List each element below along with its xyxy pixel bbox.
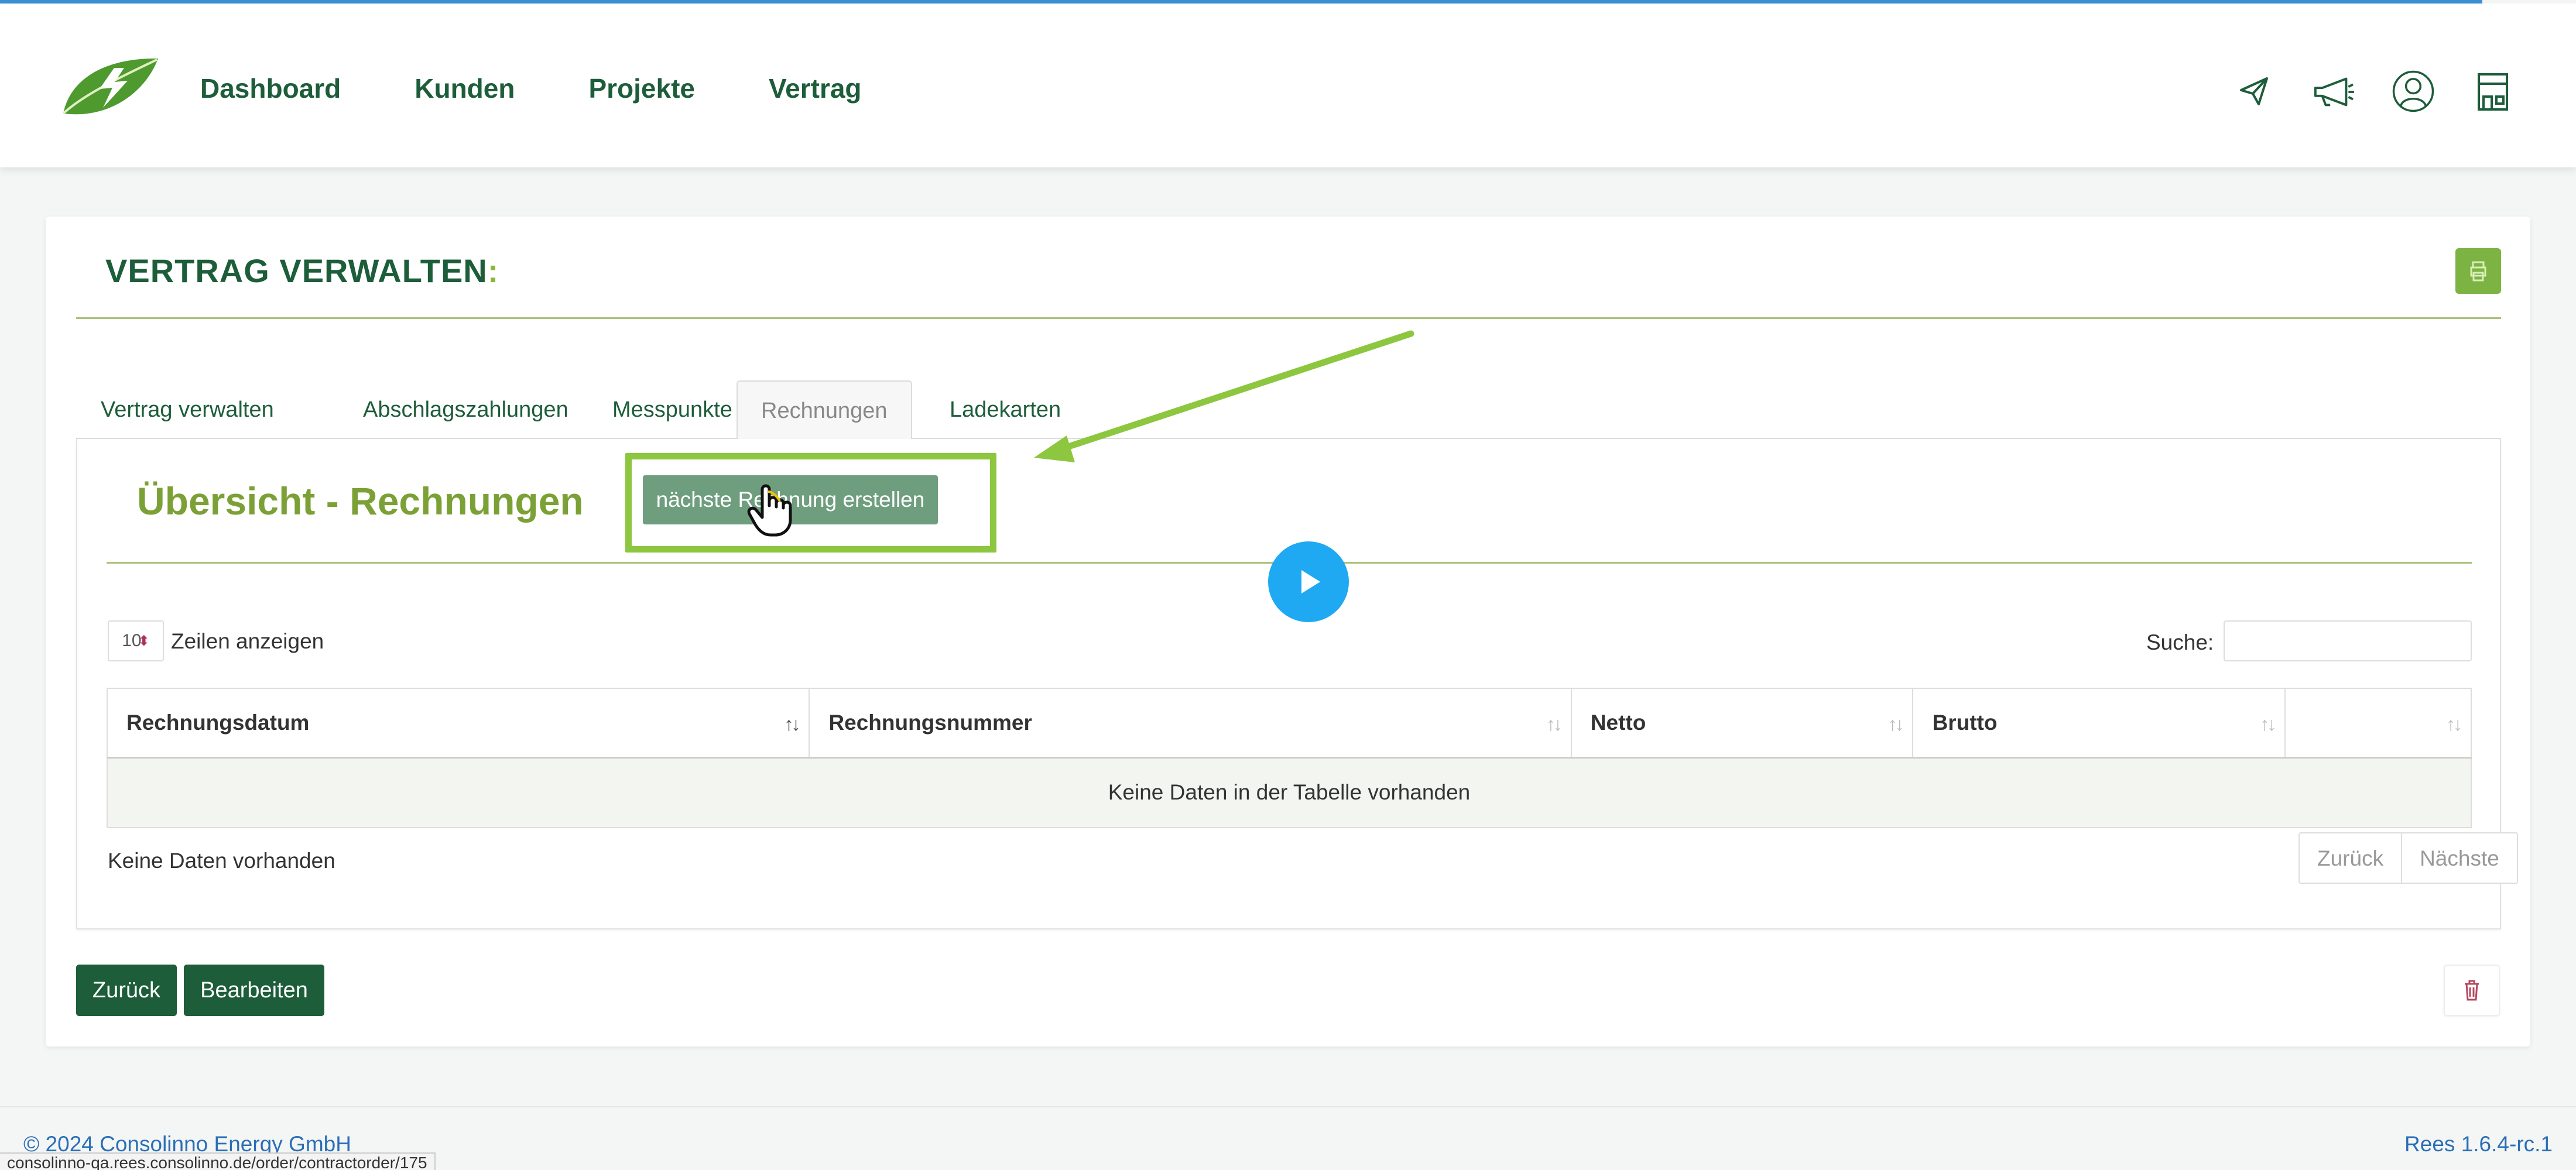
title-divider bbox=[76, 317, 2501, 319]
table-info: Keine Daten vorhanden bbox=[108, 849, 335, 873]
empty-table-message: Keine Daten in der Tabelle vorhanden bbox=[107, 757, 2471, 828]
search-label: Suche: bbox=[2146, 630, 2214, 654]
column-netto[interactable]: Netto ↑↓ bbox=[1570, 688, 1914, 759]
select-arrows-icon: ⬍ bbox=[138, 633, 150, 649]
play-icon bbox=[1301, 570, 1320, 593]
column-label: Rechnungsdatum bbox=[126, 710, 310, 735]
pagination: Zurück Nächste bbox=[2298, 832, 2518, 884]
page-title-colon: : bbox=[487, 252, 499, 289]
sort-desc-icon: ↑↓ bbox=[784, 713, 800, 735]
sort-icon: ↑↓ bbox=[1546, 713, 1563, 735]
rows-per-page-label: Zeilen anzeigen bbox=[171, 629, 324, 653]
back-button[interactable]: Zurück bbox=[76, 965, 177, 1016]
play-video-button[interactable] bbox=[1268, 541, 1349, 622]
trash-icon bbox=[2465, 980, 2479, 1001]
sort-icon: ↑↓ bbox=[1888, 713, 1904, 735]
top-navbar: Dashboard Kunden Projekte Vertrag bbox=[0, 4, 2576, 167]
table-header-row: Rechnungsdatum ↑↓ Rechnungsnummer ↑↓ Netto… bbox=[106, 688, 2472, 759]
top-icon-group bbox=[2232, 67, 2515, 116]
megaphone-icon[interactable] bbox=[2312, 67, 2355, 116]
tab-rechnungen[interactable]: Rechnungen bbox=[737, 380, 912, 440]
sort-icon: ↑↓ bbox=[2446, 713, 2462, 735]
invoices-panel: Übersicht - Rechnungen nächste Rechnung … bbox=[76, 439, 2518, 929]
nav-vertrag[interactable]: Vertrag bbox=[769, 73, 862, 104]
column-brutto[interactable]: Brutto ↑↓ bbox=[1912, 688, 2286, 759]
panel-title: Übersicht - Rechnungen bbox=[137, 479, 584, 523]
shop-icon[interactable] bbox=[2471, 67, 2515, 116]
print-button[interactable] bbox=[2455, 248, 2501, 294]
pagination-next[interactable]: Nächste bbox=[2402, 832, 2518, 884]
tab-messpunkte[interactable]: Messpunkte bbox=[612, 380, 732, 439]
pagination-previous[interactable]: Zurück bbox=[2298, 832, 2403, 884]
column-actions[interactable]: ↑↓ bbox=[2284, 688, 2472, 759]
printer-icon bbox=[2470, 261, 2486, 282]
contract-tabs: Vertrag verwalten Abschlagszahlungen Mes… bbox=[76, 380, 2501, 440]
footer-divider bbox=[0, 1106, 2576, 1107]
paper-plane-icon[interactable] bbox=[2232, 67, 2276, 116]
tab-vertrag-verwalten[interactable]: Vertrag verwalten bbox=[101, 380, 274, 439]
edit-button[interactable]: Bearbeiten bbox=[184, 965, 324, 1016]
page-title-main: VERTRAG VERWALTEN bbox=[105, 252, 488, 289]
contract-card: VERTRAG VERWALTEN: Vertrag verwalten Abs… bbox=[46, 217, 2530, 1047]
tab-abschlagszahlungen[interactable]: Abschlagszahlungen bbox=[363, 380, 568, 439]
table-row: Keine Daten in der Tabelle vorhanden bbox=[107, 757, 2471, 828]
column-label: Netto bbox=[1590, 710, 1646, 735]
tab-ladekarten[interactable]: Ladekarten bbox=[950, 380, 1061, 439]
column-label: Rechnungsnummer bbox=[828, 710, 1032, 735]
nav-dashboard[interactable]: Dashboard bbox=[200, 73, 341, 104]
footer-version[interactable]: Rees 1.6.4-rc.1 bbox=[2404, 1132, 2553, 1157]
user-circle-icon[interactable] bbox=[2392, 67, 2435, 116]
nav-projekte[interactable]: Projekte bbox=[588, 73, 695, 104]
nav-kunden[interactable]: Kunden bbox=[415, 73, 515, 104]
column-rechnungsnummer[interactable]: Rechnungsnummer ↑↓ bbox=[809, 688, 1572, 759]
tutorial-highlight-box bbox=[625, 453, 996, 553]
column-label: Brutto bbox=[1932, 710, 1998, 735]
page-title: VERTRAG VERWALTEN: bbox=[105, 252, 499, 290]
sort-icon: ↑↓ bbox=[2260, 713, 2276, 735]
invoices-table: Rechnungsdatum ↑↓ Rechnungsnummer ↑↓ Netto… bbox=[106, 688, 2472, 828]
browser-status-url: consolinno-qa.rees.consolinno.de/order/c… bbox=[0, 1152, 436, 1170]
main-nav: Dashboard Kunden Projekte Vertrag bbox=[200, 73, 862, 104]
delete-button[interactable] bbox=[2444, 965, 2500, 1016]
leaf-logo-icon[interactable] bbox=[59, 55, 161, 119]
hand-cursor-icon bbox=[747, 484, 792, 537]
rows-per-page-select[interactable]: 10 ⬍ bbox=[108, 620, 164, 661]
search-input[interactable] bbox=[2224, 620, 2472, 661]
column-rechnungsdatum[interactable]: Rechnungsdatum ↑↓ bbox=[106, 688, 810, 759]
